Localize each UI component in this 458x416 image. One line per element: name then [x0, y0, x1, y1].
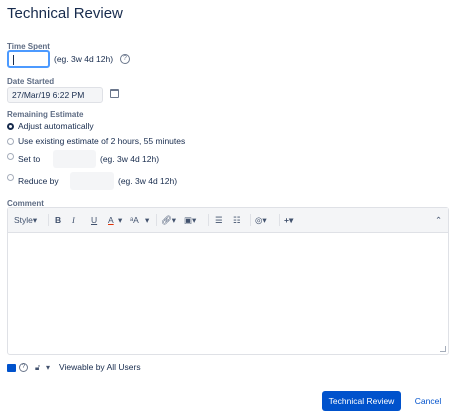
set-to-hint: (eg. 3w 4d 12h) — [100, 154, 160, 164]
comment-editor[interactable]: Style▾ B I U A ▾ ᵃA ▾ 🔗︎▾ ▣▾ ☰ ☷ ◎▾ +▾ ⌃ — [7, 207, 449, 355]
toolbar-separator — [156, 214, 157, 226]
visibility-chevron-icon[interactable]: ▾ — [46, 363, 50, 372]
emoji-icon[interactable]: ◎▾ — [255, 214, 267, 226]
text-caret — [13, 55, 14, 65]
radio-adjust-automatically[interactable] — [7, 123, 14, 130]
date-started-input[interactable]: 27/Mar/19 6:22 PM — [7, 87, 103, 103]
radio-label-set-to: Set to — [18, 154, 41, 164]
toolbar-separator — [48, 214, 49, 226]
style-dropdown-label: Style — [14, 215, 33, 225]
more-formatting-button[interactable]: ᵃA — [130, 214, 139, 226]
image-icon[interactable]: ▣▾ — [184, 214, 196, 226]
toolbar-separator — [279, 214, 280, 226]
editor-toolbar: Style▾ B I U A ▾ ᵃA ▾ 🔗︎▾ ▣▾ ☰ ☷ ◎▾ +▾ ⌃ — [8, 208, 448, 233]
link-icon[interactable]: 🔗︎▾ — [161, 214, 176, 226]
remaining-estimate-label: Remaining Estimate — [7, 110, 84, 119]
attachment-badge-icon[interactable] — [7, 364, 16, 372]
resize-handle[interactable] — [440, 346, 446, 352]
text-color-button[interactable]: A — [108, 214, 114, 226]
bold-button[interactable]: B — [55, 214, 61, 226]
toolbar-separator — [250, 214, 251, 226]
lock-icon[interactable]: 🔓︎ — [35, 363, 40, 373]
reduce-by-input[interactable] — [70, 172, 114, 190]
style-dropdown[interactable]: Style▾ — [14, 214, 37, 226]
radio-reduce-by[interactable] — [7, 174, 14, 181]
radio-label-reduce-by: Reduce by — [18, 176, 59, 186]
numbered-list-icon[interactable]: ☷ — [233, 214, 241, 226]
help-icon[interactable]: ? — [19, 363, 28, 372]
date-started-label: Date Started — [7, 77, 55, 86]
radio-label-adjust-automatically: Adjust automatically — [18, 121, 94, 131]
cancel-button[interactable]: Cancel — [409, 391, 447, 411]
help-icon[interactable]: ? — [120, 54, 130, 64]
technical-review-button[interactable]: Technical Review — [322, 391, 401, 411]
calendar-icon[interactable] — [110, 89, 119, 98]
more-formatting-chevron-icon[interactable]: ▾ — [145, 214, 149, 226]
time-spent-input[interactable] — [7, 50, 50, 68]
radio-label-use-existing: Use existing estimate of 2 hours, 55 min… — [18, 136, 186, 146]
dialog-title: Technical Review — [7, 5, 123, 22]
insert-more-icon[interactable]: +▾ — [284, 214, 293, 226]
radio-set-to[interactable] — [7, 153, 14, 160]
visibility-label: Viewable by All Users — [59, 362, 141, 372]
toolbar-separator — [208, 214, 209, 226]
underline-button[interactable]: U — [91, 214, 97, 226]
bullet-list-icon[interactable]: ☰ — [215, 214, 223, 226]
set-to-input[interactable] — [53, 150, 96, 168]
radio-use-existing[interactable] — [7, 138, 14, 145]
text-color-chevron-icon[interactable]: ▾ — [118, 214, 122, 226]
italic-button[interactable]: I — [72, 214, 75, 226]
reduce-by-hint: (eg. 3w 4d 12h) — [118, 176, 178, 186]
collapse-toolbar-icon[interactable]: ⌃ — [435, 214, 442, 226]
chevron-down-icon: ▾ — [32, 215, 38, 225]
time-spent-hint: (eg. 3w 4d 12h) — [54, 54, 114, 64]
